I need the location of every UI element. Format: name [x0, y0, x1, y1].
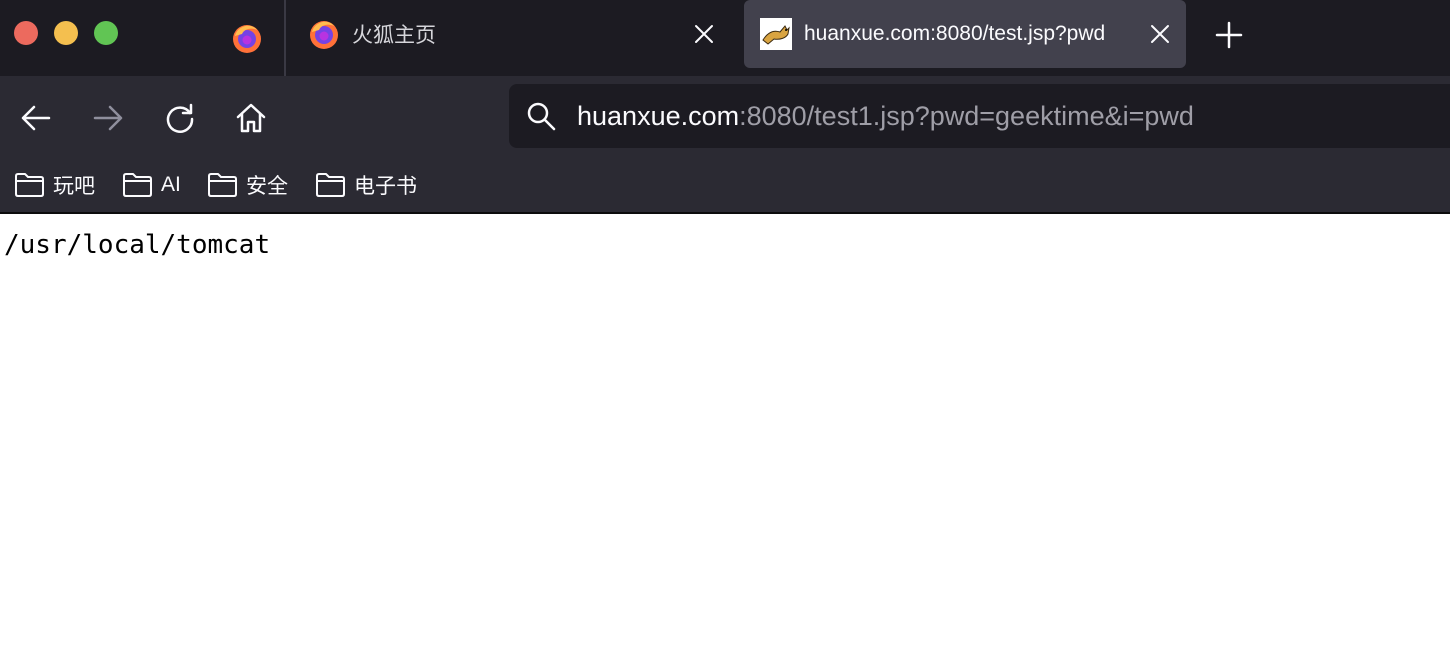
new-tab-plus-icon[interactable] [1210, 16, 1248, 54]
bookmark-folder-ebooks[interactable]: 电子书 [315, 170, 417, 200]
tab-title: huanxue.com:8080/test.jsp?pwd [804, 22, 1106, 45]
url-host: huanxue.com [577, 101, 740, 131]
back-button[interactable] [16, 98, 56, 138]
window-maximize-button[interactable] [94, 21, 118, 45]
page-content: /usr/local/tomcat [0, 214, 1450, 652]
search-icon [527, 102, 556, 131]
close-tab-icon[interactable] [1148, 22, 1172, 46]
window-minimize-button[interactable] [54, 21, 78, 45]
home-button[interactable] [231, 98, 271, 138]
close-tab-icon[interactable] [692, 22, 716, 46]
forward-button[interactable] [88, 98, 128, 138]
folder-icon [123, 173, 152, 197]
bookmarks-toolbar: 玩吧 AI 安全 电子书 [0, 158, 1450, 214]
bookmark-folder-ai[interactable]: AI [122, 170, 181, 200]
firefox-icon [233, 25, 261, 53]
firefox-icon [308, 18, 340, 50]
reload-icon [166, 103, 194, 133]
url-text[interactable]: huanxue.com:8080/test1.jsp?pwd=geektime&… [577, 101, 1194, 132]
bookmark-folder-security[interactable]: 安全 [207, 170, 288, 200]
folder-icon [316, 173, 345, 197]
page-body-text: /usr/local/tomcat [4, 230, 271, 260]
forward-arrow-icon [93, 105, 123, 131]
address-bar[interactable]: huanxue.com:8080/test1.jsp?pwd=geektime&… [509, 84, 1450, 148]
bookmark-label: AI [161, 173, 181, 196]
tomcat-favicon-icon [760, 18, 792, 50]
folder-icon [208, 173, 237, 197]
navigation-toolbar: huanxue.com:8080/test1.jsp?pwd=geektime&… [0, 76, 1450, 158]
back-arrow-icon [21, 105, 51, 131]
pinned-tab-firefox[interactable] [210, 0, 284, 76]
window-close-button[interactable] [14, 21, 38, 45]
tab-active-jsp[interactable]: huanxue.com:8080/test.jsp?pwd [744, 0, 1186, 68]
bookmark-label: 玩吧 [53, 175, 95, 198]
bookmark-label: 电子书 [354, 175, 417, 198]
tab-separator [284, 0, 286, 76]
tab-firefox-home[interactable]: 火狐主页 [290, 0, 730, 68]
url-path: :8080/test1.jsp?pwd=geektime&i=pwd [739, 101, 1194, 131]
tab-title: 火狐主页 [352, 24, 436, 47]
reload-button[interactable] [160, 98, 200, 138]
home-icon [236, 103, 266, 133]
bookmark-folder-wanba[interactable]: 玩吧 [14, 170, 95, 200]
folder-icon [15, 173, 44, 197]
bookmark-label: 安全 [246, 175, 288, 198]
title-bar: 火狐主页 huanxue.com:8080/test.jsp?pwd [0, 0, 1450, 76]
